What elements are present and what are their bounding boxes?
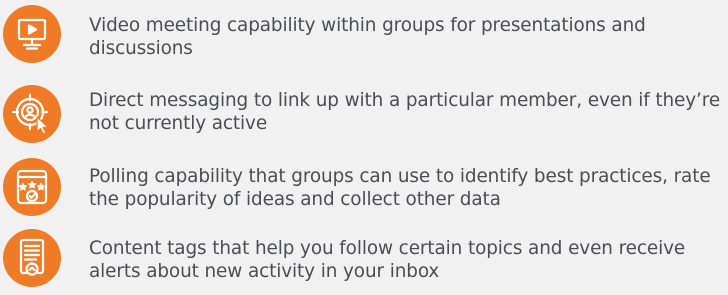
feature-item-direct-messaging: Direct messaging to link up with a parti… — [0, 80, 728, 150]
feature-text: Polling capability that groups can use t… — [89, 166, 711, 210]
feature-list: Video meeting capability within groups f… — [0, 0, 728, 287]
direct-message-target-icon — [3, 85, 61, 143]
poll-rating-icon — [3, 158, 61, 216]
feature-text: Direct messaging to link up with a parti… — [89, 90, 721, 134]
feature-text: Content tags that help you follow certai… — [89, 238, 686, 282]
feature-text: Video meeting capability within groups f… — [89, 15, 646, 59]
feature-item-polling: Polling capability that groups can use t… — [0, 153, 728, 223]
feature-item-video-meeting: Video meeting capability within groups f… — [0, 0, 728, 70]
video-presentation-icon — [3, 5, 61, 63]
content-tag-alert-icon — [3, 229, 61, 287]
feature-item-content-tags: Content tags that help you follow certai… — [0, 225, 728, 295]
